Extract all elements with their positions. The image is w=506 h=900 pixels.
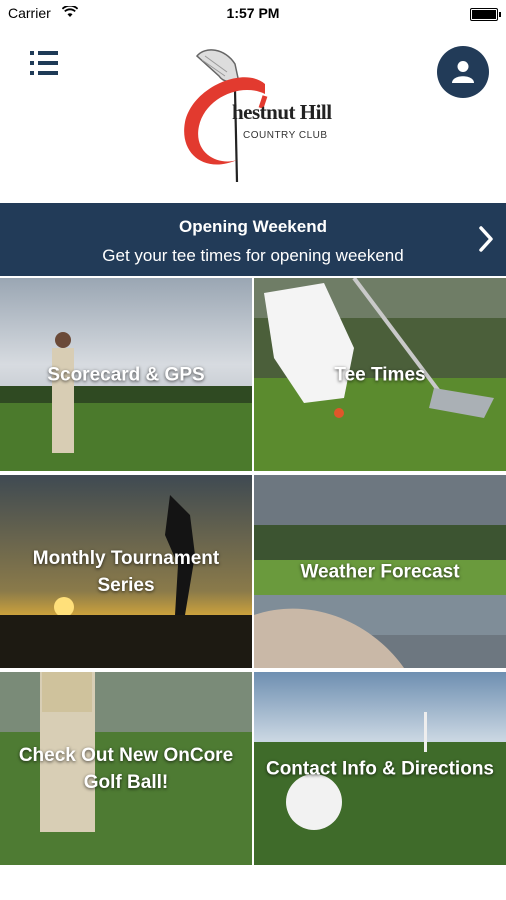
chevron-right-icon xyxy=(479,226,493,252)
logo-subtitle: COUNTRY CLUB xyxy=(243,130,328,141)
profile-button[interactable] xyxy=(437,46,489,98)
app-header: hestnut Hill COUNTRY CLUB xyxy=(0,28,506,203)
banner-title: Opening Weekend xyxy=(179,217,327,236)
club-logo: hestnut Hill COUNTRY CLUB xyxy=(175,42,335,187)
banner-subtitle: Get your tee times for opening weekend xyxy=(102,246,404,265)
tile-label: Contact Info & Directions xyxy=(265,758,494,779)
tile-oncore-golf-ball[interactable]: Check Out New OnCore Golf Ball! xyxy=(0,672,252,865)
tile-weather-forecast[interactable]: Weather Forecast xyxy=(254,475,506,668)
battery-icon xyxy=(470,8,501,21)
tile-contact-directions[interactable]: Contact Info & Directions xyxy=(254,672,506,865)
tile-label: Weather Forecast xyxy=(300,561,460,582)
tile-label: Scorecard & GPS xyxy=(47,364,205,385)
clock-time: 1:57 PM xyxy=(226,5,280,21)
user-icon xyxy=(452,61,474,83)
tile-label: Tee Times xyxy=(334,364,426,385)
tile-label: Check Out New OnCore Golf Ball! xyxy=(18,744,234,793)
tile-tee-times[interactable]: Tee Times xyxy=(254,278,506,471)
logo-name: hestnut Hill xyxy=(232,100,332,124)
tile-monthly-tournament[interactable]: Monthly Tournament Series xyxy=(0,475,252,668)
tile-scorecard-gps[interactable]: Scorecard & GPS xyxy=(0,278,252,471)
tile-label: Monthly Tournament Series xyxy=(32,547,220,596)
promo-banner[interactable]: Opening Weekend Get your tee times for o… xyxy=(0,203,506,276)
menu-icon xyxy=(30,51,58,55)
menu-button[interactable] xyxy=(30,51,58,75)
status-bar: Carrier 1:57 PM xyxy=(0,0,506,28)
